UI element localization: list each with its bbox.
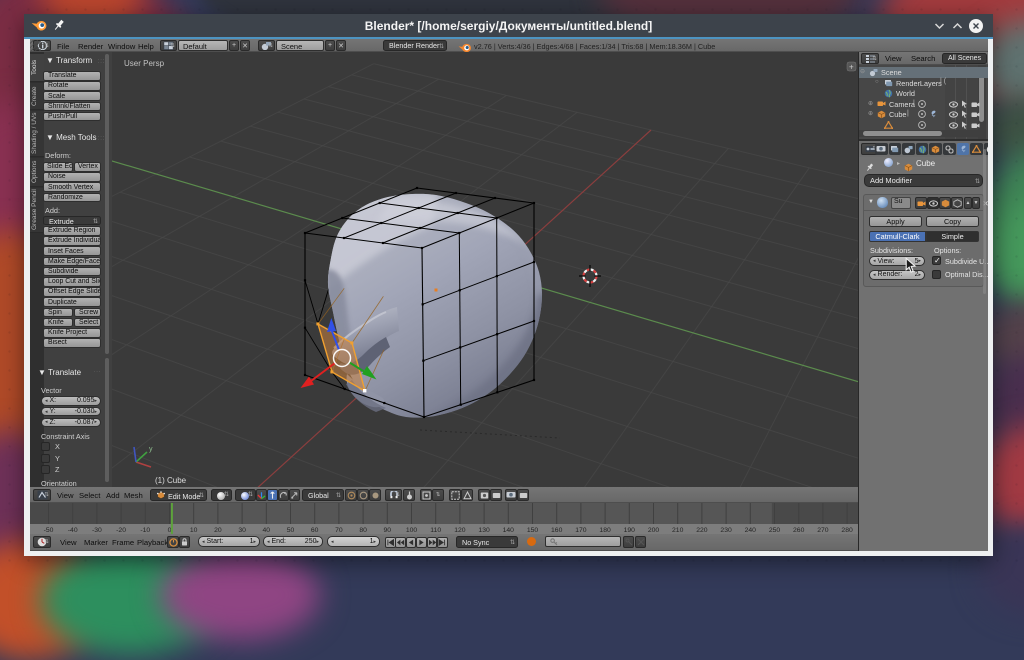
svg-text:220: 220	[696, 527, 708, 534]
svg-text:170: 170	[575, 527, 587, 534]
svg-text:120: 120	[454, 527, 466, 534]
svg-text:180: 180	[599, 527, 611, 534]
svg-text:110: 110	[430, 527, 441, 534]
svg-text:130: 130	[478, 527, 490, 534]
svg-text:210: 210	[672, 527, 684, 534]
svg-text:-40: -40	[68, 527, 78, 534]
svg-text:70: 70	[335, 527, 343, 534]
svg-text:-20: -20	[116, 527, 126, 534]
svg-text:60: 60	[311, 527, 319, 534]
svg-text:100: 100	[406, 527, 418, 534]
svg-text:y: y	[149, 446, 153, 453]
svg-text:260: 260	[793, 527, 805, 534]
svg-text:90: 90	[384, 527, 392, 534]
svg-text:270: 270	[817, 527, 829, 534]
svg-text:50: 50	[287, 527, 295, 534]
svg-text:230: 230	[720, 527, 732, 534]
svg-text:280: 280	[841, 527, 853, 534]
svg-text:30: 30	[238, 527, 246, 534]
svg-text:140: 140	[503, 527, 515, 534]
svg-text:40: 40	[263, 527, 271, 534]
svg-text:20: 20	[214, 527, 222, 534]
svg-text:-30: -30	[92, 527, 102, 534]
svg-text:(1) Cube: (1) Cube	[155, 476, 187, 485]
svg-text:+: +	[849, 63, 854, 72]
svg-text:80: 80	[359, 527, 367, 534]
svg-text:-50: -50	[44, 527, 54, 534]
svg-text:160: 160	[551, 527, 563, 534]
svg-text:240: 240	[745, 527, 757, 534]
svg-text:150: 150	[527, 527, 539, 534]
svg-text:User Persp: User Persp	[124, 59, 165, 68]
svg-text:10: 10	[190, 527, 198, 534]
svg-text:190: 190	[624, 527, 636, 534]
svg-text:250: 250	[769, 527, 781, 534]
svg-text:200: 200	[648, 527, 660, 534]
svg-text:-10: -10	[140, 527, 150, 534]
